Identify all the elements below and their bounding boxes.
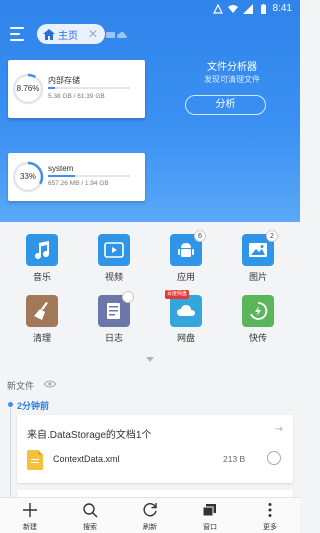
header: 8:41 主页 ✕ 8.76% 内部存储 5.38 GB / 61.39 GB xyxy=(0,0,300,222)
signal-icon xyxy=(242,3,253,14)
status-bar: 8:41 xyxy=(0,0,300,20)
transfer-icon xyxy=(242,295,274,327)
search-icon xyxy=(83,503,98,518)
new-button[interactable]: 新建 xyxy=(8,498,52,533)
file-name: ContextData.xml xyxy=(53,454,120,464)
tab-home[interactable]: 主页 ✕ xyxy=(37,24,105,44)
plus-icon xyxy=(23,503,37,517)
timeline-line xyxy=(10,408,11,498)
file-size: 213 B xyxy=(223,454,246,464)
category-label: 清理 xyxy=(32,333,51,343)
windows-icon xyxy=(202,504,216,517)
analyze-button[interactable]: 分析 xyxy=(185,95,266,115)
time-group-label: 2分钟前 xyxy=(17,401,50,411)
cloud-tab-icon[interactable] xyxy=(106,31,128,39)
more-icon xyxy=(268,503,272,517)
storage-usage: 5.38 GB / 61.39 GB xyxy=(48,93,105,100)
category-label: 图片 xyxy=(248,272,267,282)
home-icon xyxy=(43,28,55,40)
usage-bar xyxy=(48,87,130,89)
storage-usage: 657.26 MB / 1.94 GB xyxy=(48,180,109,187)
toolbar-label: 新建 xyxy=(23,524,37,531)
file-card-title: 来自.DataStorage的文档1个 xyxy=(27,430,152,441)
search-button[interactable]: 搜索 xyxy=(68,498,112,533)
bottom-toolbar: 新建 搜索 刷新 窗口 更多 xyxy=(0,497,300,533)
analyzer-title: 文件分析器 xyxy=(207,62,257,73)
status-time: 8:41 xyxy=(272,3,292,14)
pictures-badge: 2 xyxy=(266,230,278,242)
windows-button[interactable]: 窗口 xyxy=(188,498,232,533)
toolbar-label: 更多 xyxy=(263,524,277,531)
system-storage-card[interactable]: 33% system 657.26 MB / 1.94 GB xyxy=(8,153,145,201)
usage-percent: 8.76% xyxy=(16,84,40,93)
category-label: 网盘 xyxy=(176,333,195,343)
refresh-icon xyxy=(143,503,157,517)
select-checkbox[interactable] xyxy=(267,451,281,465)
wifi-icon xyxy=(227,4,238,14)
close-icon[interactable]: ✕ xyxy=(88,27,98,41)
internal-storage-card[interactable]: 8.76% 内部存储 5.38 GB / 61.39 GB xyxy=(8,60,145,118)
usage-percent: 33% xyxy=(19,172,36,181)
toolbar-label: 窗口 xyxy=(203,524,217,531)
chevron-down-icon[interactable] xyxy=(146,357,154,362)
music-icon xyxy=(26,234,58,266)
storage-title: system xyxy=(48,164,74,173)
category-label: 应用 xyxy=(176,272,195,282)
timeline-dot xyxy=(8,402,13,407)
analyzer-subtitle: 发现可清理文件 xyxy=(204,75,260,84)
more-button[interactable]: 更多 xyxy=(248,498,292,533)
log-badge xyxy=(122,291,134,303)
baidu-netdisk-tag: 百度网盘 xyxy=(165,290,190,299)
toolbar-label: 刷新 xyxy=(143,524,157,531)
arrow-right-icon[interactable]: → xyxy=(275,424,283,435)
new-files-label: 新文件 xyxy=(7,381,35,391)
storage-title: 内部存储 xyxy=(48,76,80,85)
broom-icon xyxy=(26,295,58,327)
category-label: 音乐 xyxy=(32,272,51,282)
eye-icon[interactable] xyxy=(44,380,56,388)
menu-icon[interactable] xyxy=(10,27,26,41)
tab-label: 主页 xyxy=(58,30,78,42)
video-icon xyxy=(98,234,130,266)
toolbar-label: 搜索 xyxy=(83,524,97,531)
cloud-icon xyxy=(170,295,202,327)
refresh-button[interactable]: 刷新 xyxy=(128,498,172,533)
category-label: 视频 xyxy=(104,272,123,282)
battery-icon xyxy=(258,3,268,14)
apps-badge: 6 xyxy=(194,230,206,242)
notification-icon xyxy=(212,3,223,14)
category-label: 日志 xyxy=(104,333,123,343)
category-label: 快传 xyxy=(248,333,267,343)
file-row[interactable]: ContextData.xml 213 B xyxy=(27,448,283,472)
document-icon xyxy=(27,450,43,470)
category-grid: 音乐 视频 6 应用 2 图片 清理 日志 百度网盘 网盘 快传 xyxy=(0,222,300,357)
new-file-card[interactable]: 来自.DataStorage的文档1个 → ContextData.xml 21… xyxy=(17,415,293,483)
usage-bar xyxy=(48,175,130,177)
